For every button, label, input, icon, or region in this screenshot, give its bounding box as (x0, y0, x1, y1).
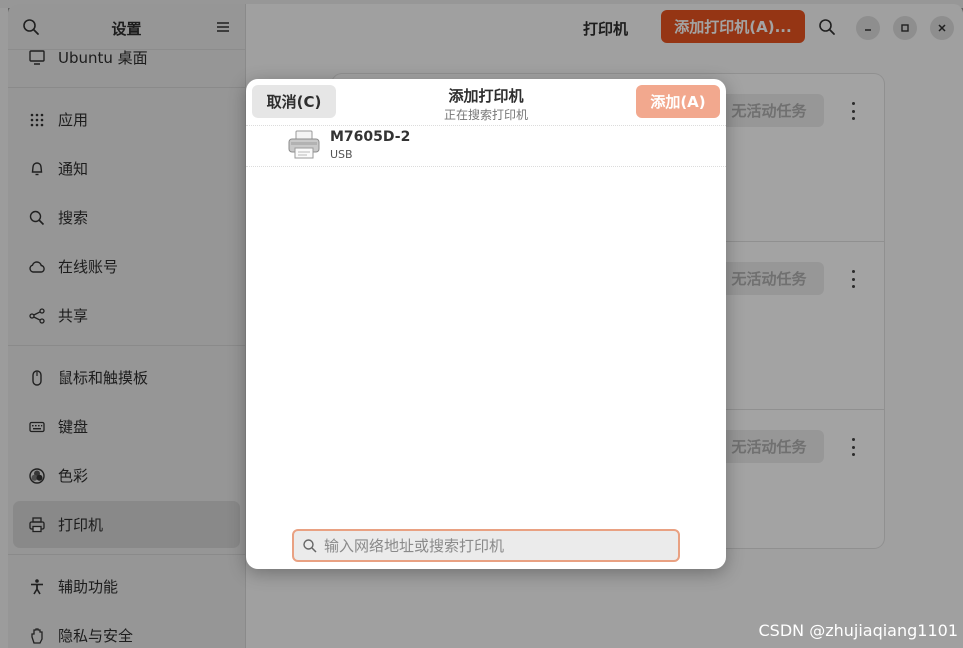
found-printer-item[interactable]: M7605D-2 USB (246, 125, 726, 167)
printer-search-field (292, 529, 680, 562)
add-printer-dialog: 取消(C) 添加打印机 正在搜索打印机 添加(A) M7605D-2 USB (246, 79, 726, 569)
watermark: CSDN @zhujiaqiang1101 (758, 621, 959, 640)
printer-icon (288, 130, 320, 159)
printer-name: M7605D-2 (330, 129, 411, 145)
search-icon (303, 538, 317, 553)
dialog-header: 取消(C) 添加打印机 正在搜索打印机 添加(A) (246, 79, 726, 125)
add-button[interactable]: 添加(A) (636, 85, 720, 118)
printer-search-input[interactable] (324, 536, 664, 555)
printer-connection: USB (330, 148, 353, 161)
